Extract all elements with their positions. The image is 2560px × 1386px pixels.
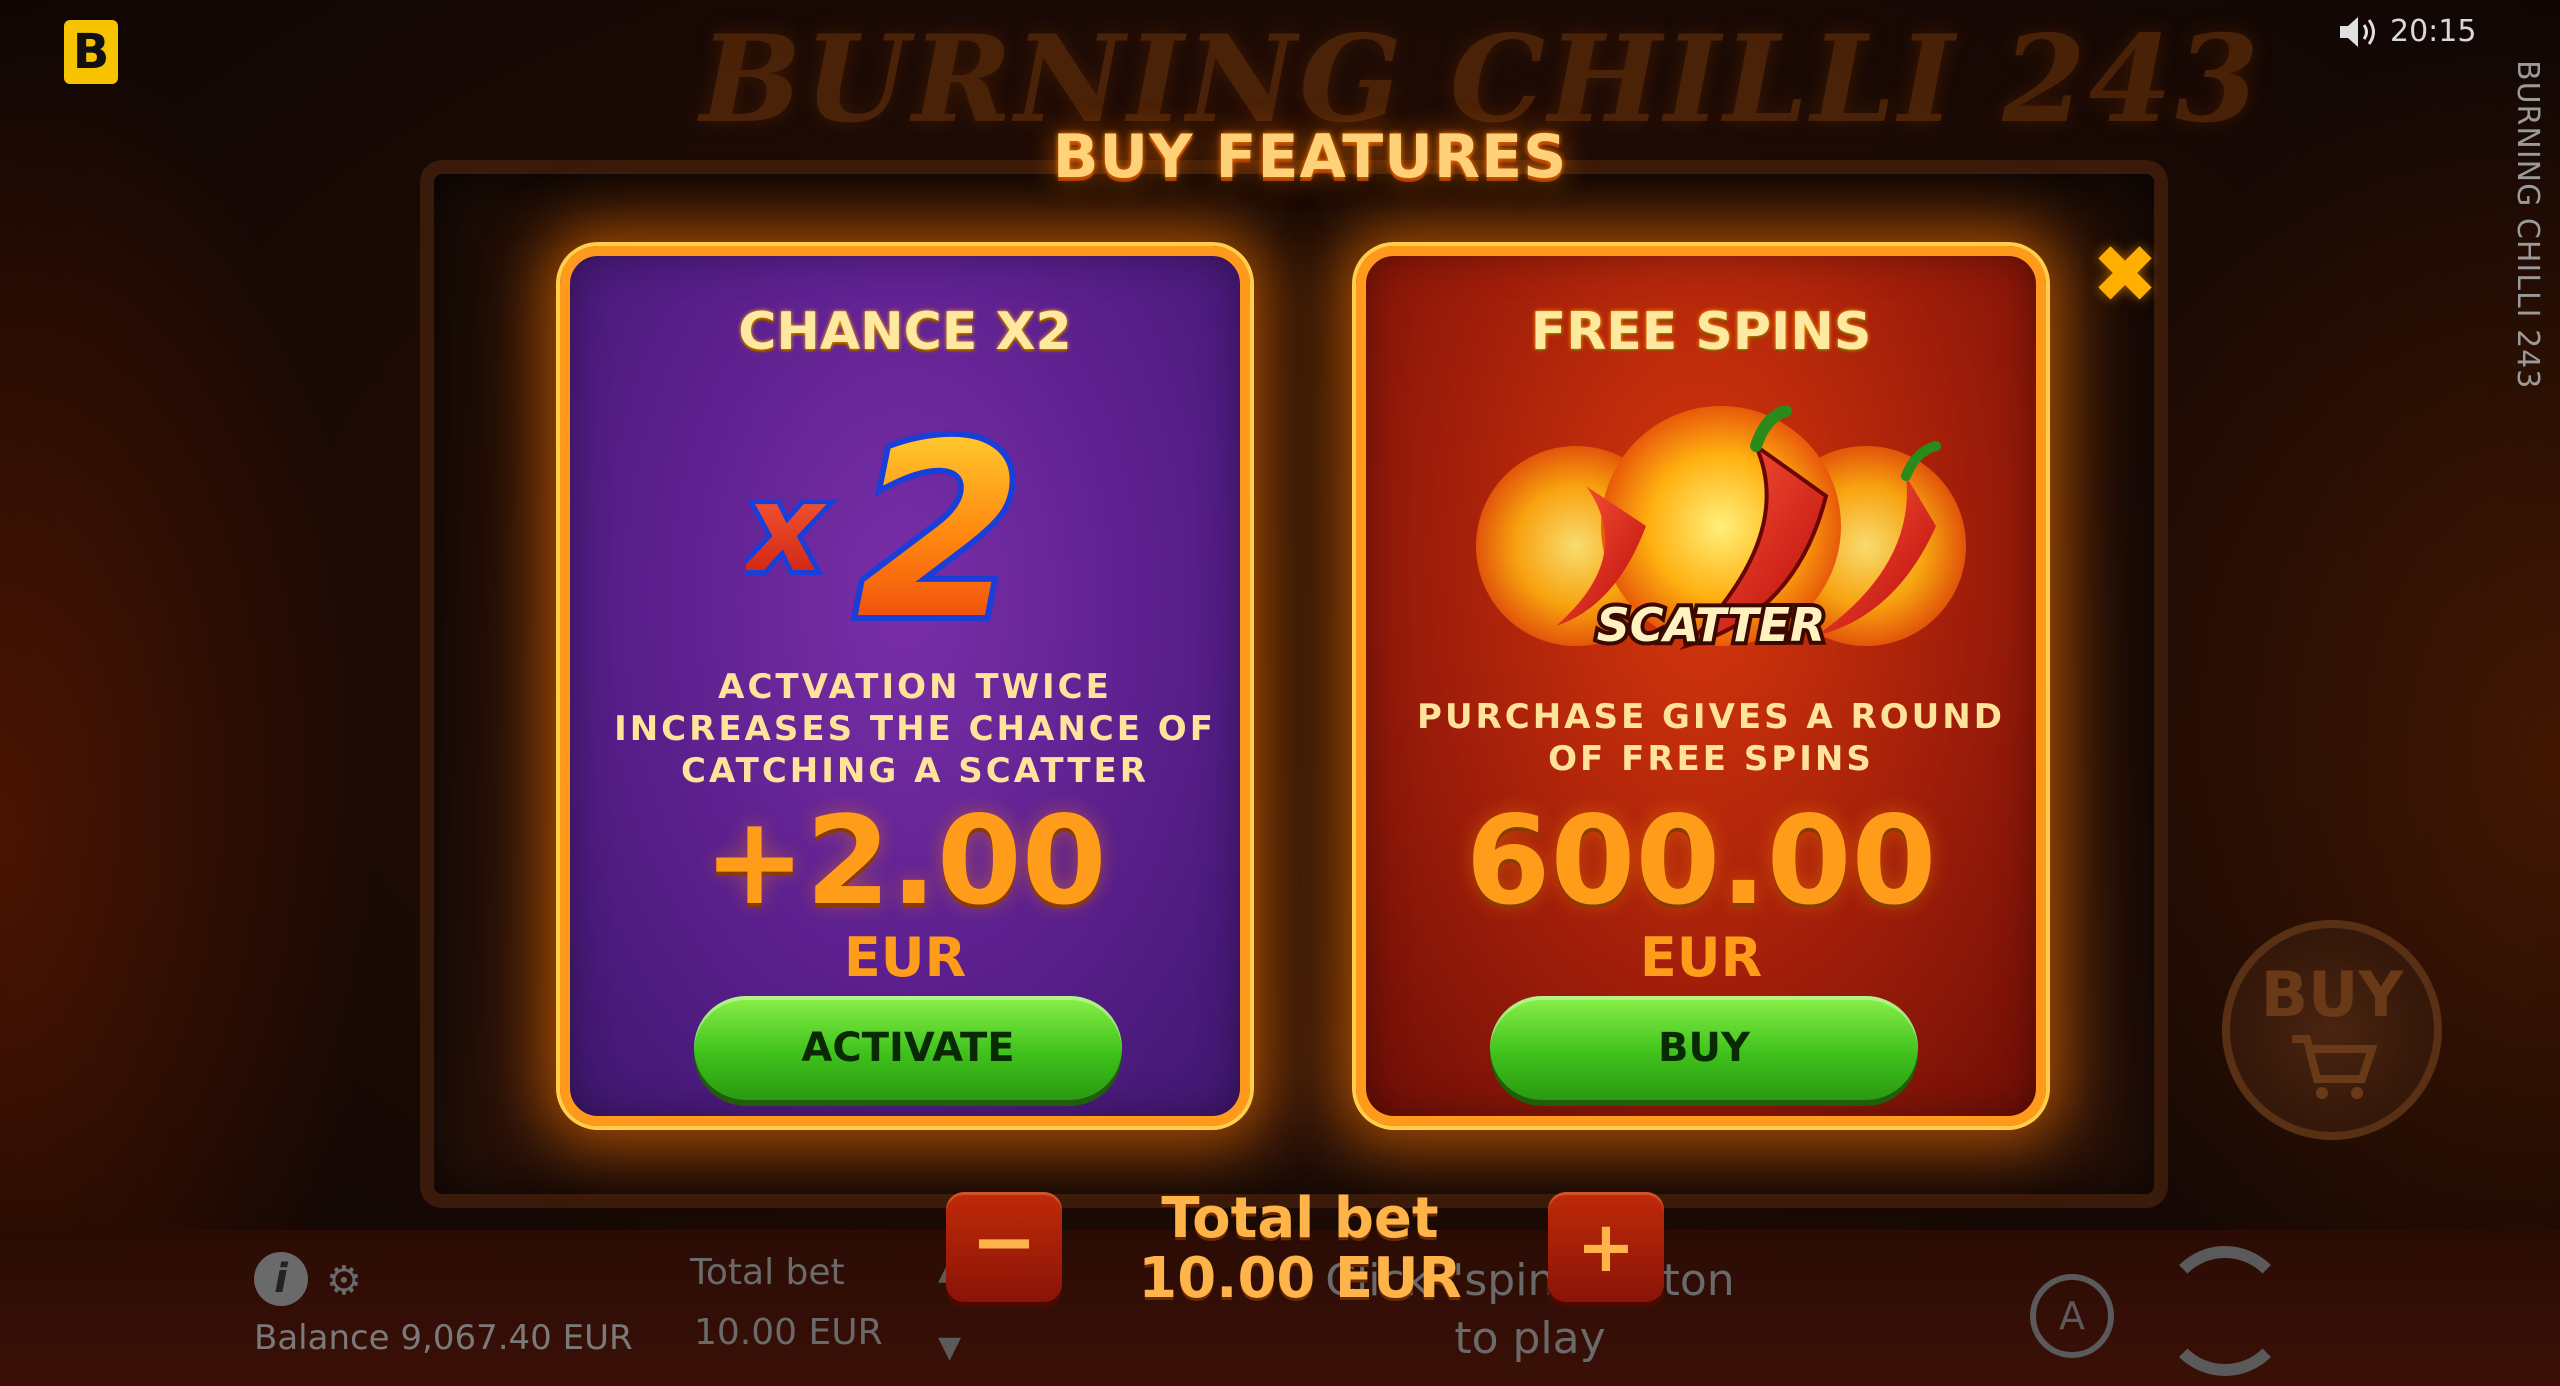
card-currency: EUR <box>1639 926 1763 989</box>
decrease-bet-button[interactable]: − <box>946 1192 1062 1302</box>
card-description: ACTVATION TWICE INCREASES THE CHANCE OF … <box>614 667 1216 791</box>
gear-icon[interactable]: ⚙ <box>326 1258 362 1304</box>
bet-value: 10.00 EUR <box>694 1312 883 1353</box>
activate-button[interactable]: ACTIVATE <box>694 996 1122 1100</box>
card-title: FREE SPINS <box>1530 302 1872 362</box>
clock: 20:15 <box>2390 14 2477 49</box>
x2-graphic-number: 2 <box>856 400 1023 640</box>
card-price: 600.00 <box>1465 790 1937 932</box>
spin-hint-line2: to play <box>1454 1313 1606 1364</box>
total-bet-label: Total bet <box>1161 1186 1439 1251</box>
arrow-down-icon[interactable]: ▼ <box>938 1330 961 1365</box>
card-currency: EUR <box>843 926 967 989</box>
chance-x2-card: CHANCE X2 x 2 ACTVATION TWICE INCREASES … <box>560 246 1250 1126</box>
close-button[interactable]: ✖ <box>2090 235 2160 315</box>
cart-icon <box>2292 1035 2378 1099</box>
side-buy-button[interactable]: BUY <box>2222 920 2442 1140</box>
side-buy-label: BUY <box>2260 958 2404 1031</box>
scatter-chilli-icon: SCATTER <box>1476 406 1966 656</box>
background-fire-left <box>0 0 380 1386</box>
x2-graphic-text: x <box>746 460 827 599</box>
card-price: +2.00 <box>703 790 1107 932</box>
free-spins-card: FREE SPINS SCATTER PURCHASE GIVES A ROUN… <box>1356 246 2046 1126</box>
scatter-graphic-text: SCATTER <box>1597 598 1826 652</box>
info-icon[interactable]: i <box>254 1252 308 1306</box>
spin-icon[interactable] <box>2160 1246 2290 1376</box>
autoplay-icon[interactable]: A <box>2030 1274 2114 1358</box>
side-game-title: BURNING CHILLI 243 <box>2510 60 2545 390</box>
card-description: PURCHASE GIVES A ROUND OF FREE SPINS <box>1417 697 2005 779</box>
buy-button[interactable]: BUY <box>1490 996 1918 1100</box>
increase-bet-button[interactable]: + <box>1548 1192 1664 1302</box>
total-bet-value: 10.00 EUR <box>1138 1246 1462 1311</box>
buy-features-title: BUY FEATURES <box>1052 122 1568 192</box>
balance-display: Balance 9,067.40 EUR <box>254 1318 633 1358</box>
card-title: CHANCE X2 <box>738 302 1072 362</box>
brand-logo: B <box>64 20 118 84</box>
sound-icon[interactable] <box>2338 14 2382 50</box>
bet-label: Total bet <box>690 1252 845 1293</box>
x2-icon: x 2 <box>746 400 1029 640</box>
